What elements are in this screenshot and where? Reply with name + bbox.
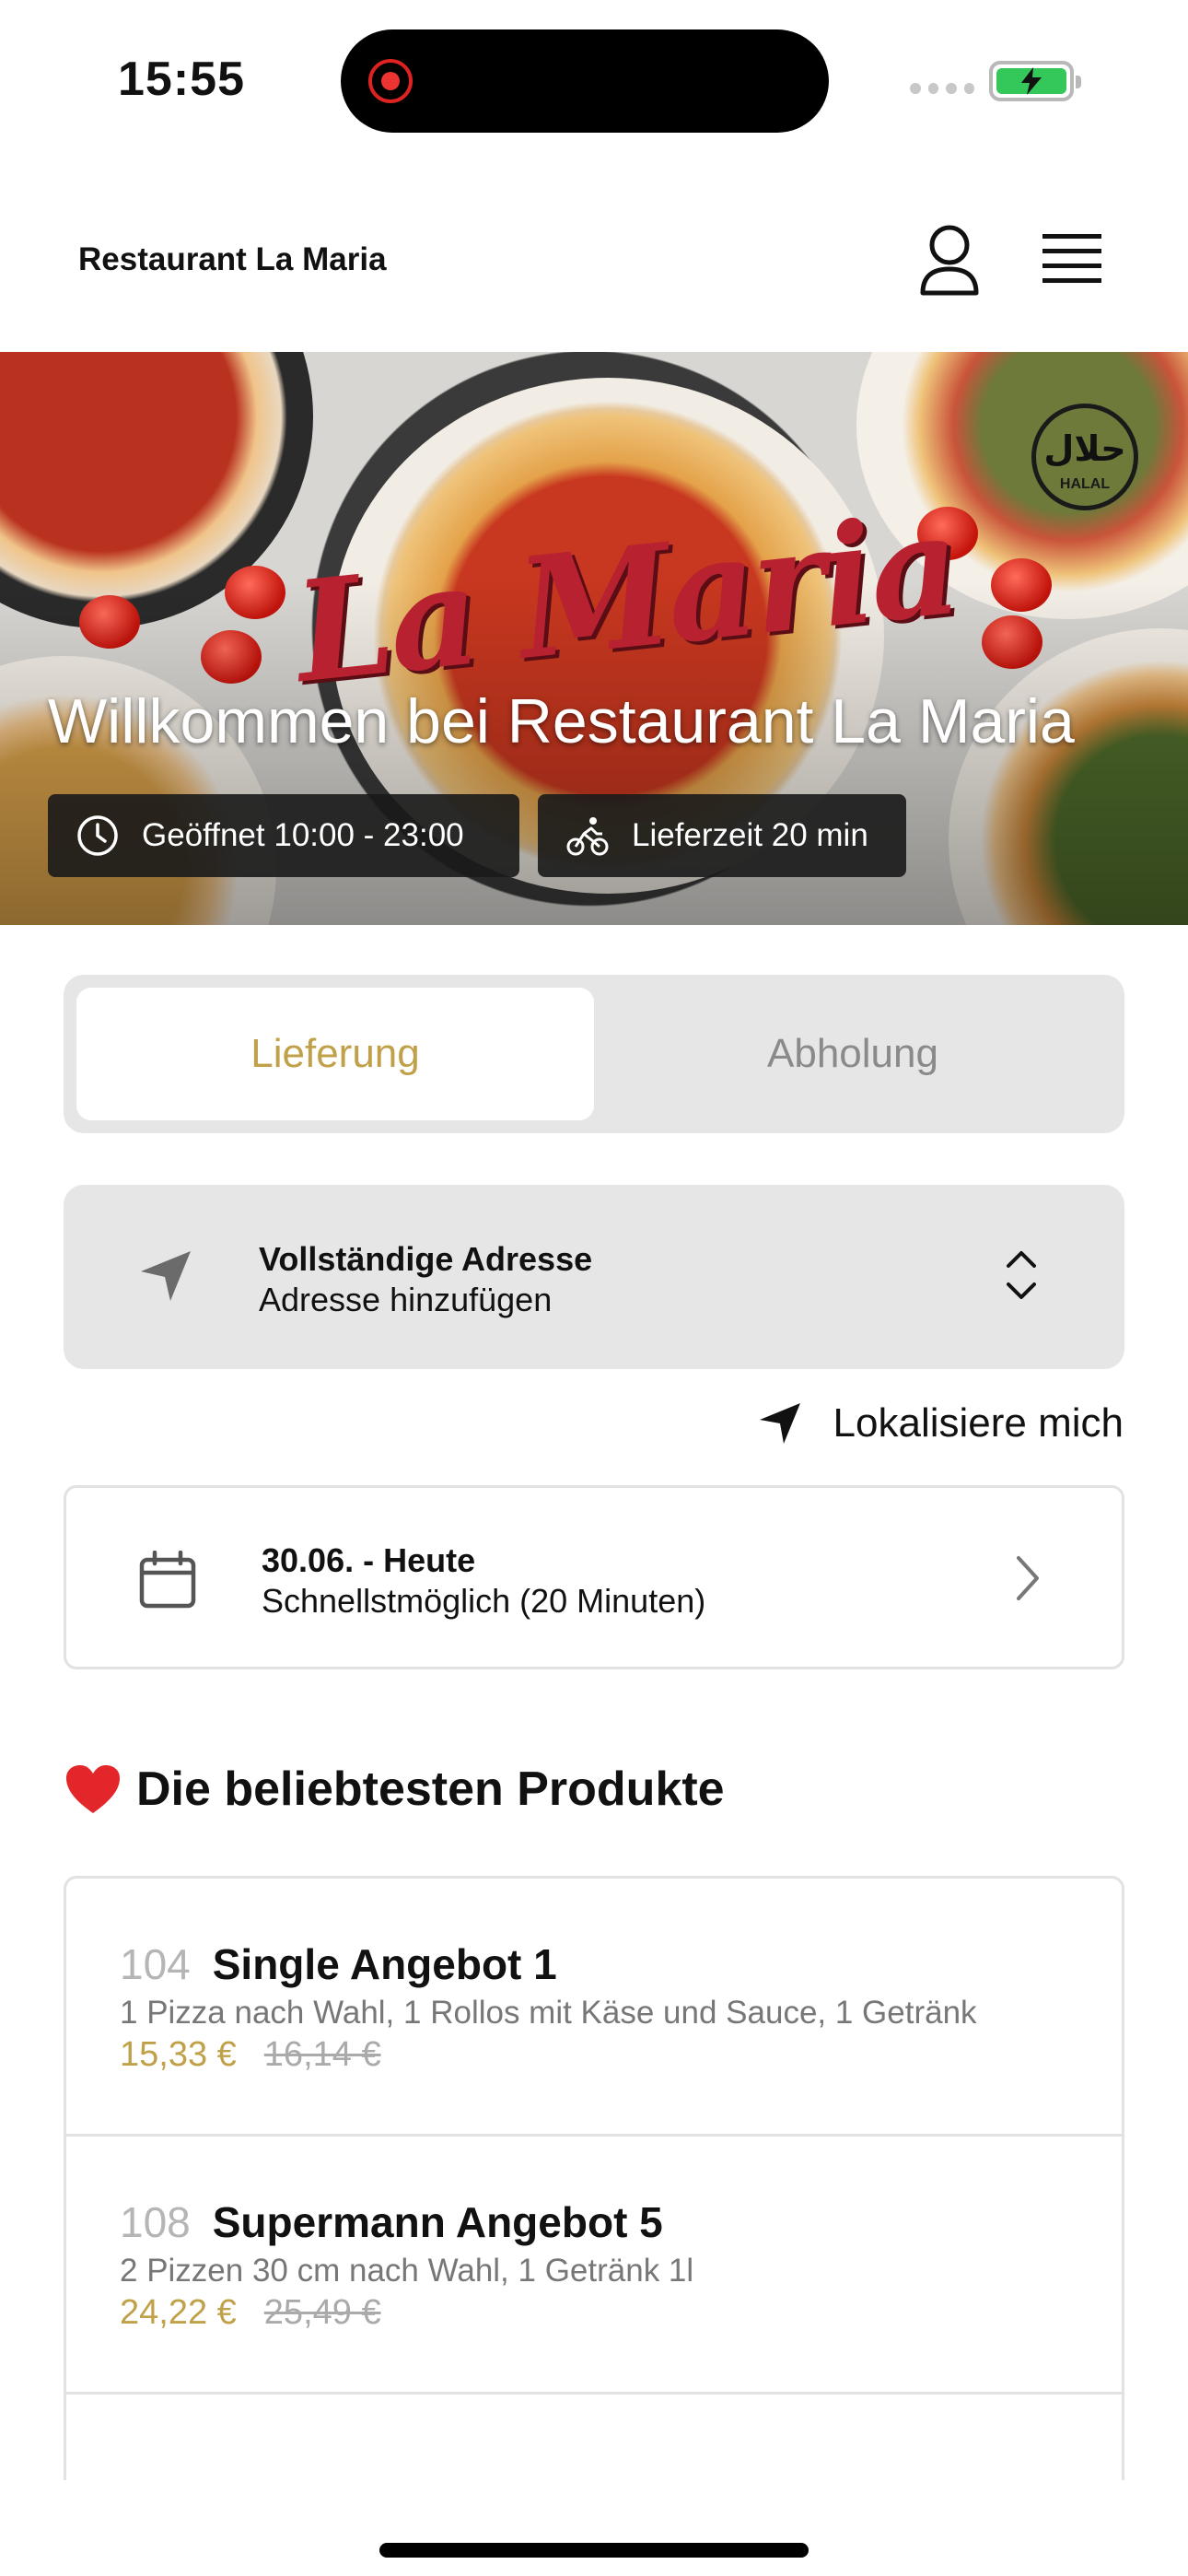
product-price: 15,33 € bbox=[120, 2035, 237, 2074]
tab-pickup[interactable]: Abholung bbox=[594, 988, 1112, 1120]
cyclist-icon bbox=[566, 817, 609, 856]
welcome-title: Willkommen bei Restaurant La Maria bbox=[48, 686, 1075, 756]
tab-delivery[interactable]: Lieferung bbox=[76, 988, 594, 1120]
product-number: 108 bbox=[120, 2198, 191, 2246]
product-item[interactable]: 108 Supermann Angebot 5 2 Pizzen 30 cm n… bbox=[66, 2137, 1122, 2395]
product-name: Single Angebot 1 bbox=[212, 1940, 557, 1988]
bottom-safe-area bbox=[0, 2480, 1188, 2576]
user-icon[interactable] bbox=[917, 223, 982, 297]
address-selector[interactable]: Vollständige Adresse Adresse hinzufügen bbox=[64, 1185, 1124, 1369]
recording-icon bbox=[368, 59, 413, 103]
halal-arabic-text: حلال bbox=[1043, 430, 1126, 469]
product-description: 2 Pizzen 30 cm nach Wahl, 1 Getränk 1l bbox=[120, 2253, 694, 2289]
delivery-time-selector[interactable]: 30.06. - Heute Schnellstmöglich (20 Minu… bbox=[64, 1485, 1124, 1669]
dynamic-island bbox=[341, 29, 829, 133]
opening-hours-text: Geöffnet 10:00 - 23:00 bbox=[142, 817, 464, 853]
product-description: 1 Pizza nach Wahl, 1 Rollos mit Käse und… bbox=[120, 1995, 977, 2031]
product-price: 24,22 € bbox=[120, 2293, 237, 2332]
chevron-updown-icon bbox=[1007, 1251, 1036, 1299]
product-number: 104 bbox=[120, 1940, 191, 1988]
home-indicator[interactable] bbox=[379, 2543, 809, 2558]
opening-hours-chip: Geöffnet 10:00 - 23:00 bbox=[48, 794, 519, 877]
delivery-time-text: Lieferzeit 20 min bbox=[632, 817, 868, 853]
product-name: Supermann Angebot 5 bbox=[212, 2198, 663, 2246]
hamburger-menu-icon[interactable] bbox=[1041, 230, 1105, 289]
status-time: 15:55 bbox=[118, 53, 245, 106]
product-list: 104 Single Angebot 1 1 Pizza nach Wahl, … bbox=[64, 1876, 1124, 2521]
location-arrow-icon bbox=[141, 1251, 191, 1301]
halal-badge: حلال HALAL bbox=[1031, 404, 1138, 510]
delivery-time: Schnellstmöglich (20 Minuten) bbox=[262, 1582, 706, 1620]
status-bar: 15:55 bbox=[0, 0, 1188, 157]
app-header: Restaurant La Maria bbox=[0, 184, 1188, 350]
halal-label: HALAL bbox=[1059, 476, 1111, 492]
restaurant-name: Restaurant La Maria bbox=[78, 241, 387, 277]
battery-icon bbox=[989, 61, 1081, 101]
clock-icon bbox=[77, 815, 118, 856]
heart-icon bbox=[66, 1765, 120, 1813]
popular-products-title: Die beliebtesten Produkte bbox=[136, 1762, 725, 1816]
address-title: Vollständige Adresse bbox=[259, 1240, 593, 1278]
chevron-right-icon bbox=[1017, 1556, 1039, 1600]
calendar-icon bbox=[139, 1551, 196, 1609]
product-item[interactable]: 104 Single Angebot 1 1 Pizza nach Wahl, … bbox=[66, 1879, 1122, 2137]
signal-icon bbox=[910, 83, 974, 96]
locate-me-button[interactable]: Lokalisiere mich bbox=[758, 1400, 1124, 1446]
location-arrow-icon bbox=[759, 1403, 800, 1444]
popular-products-heading: Die beliebtesten Produkte bbox=[64, 1762, 725, 1817]
locate-me-label: Lokalisiere mich bbox=[833, 1400, 1124, 1446]
product-old-price: 16,14 € bbox=[263, 2035, 381, 2074]
product-old-price: 25,49 € bbox=[263, 2293, 381, 2332]
order-mode-toggle: Lieferung Abholung bbox=[64, 975, 1124, 1133]
delivery-date: 30.06. - Heute bbox=[262, 1541, 476, 1579]
address-subtitle: Adresse hinzufügen bbox=[259, 1281, 553, 1318]
hero-banner: La Maria حلال HALAL Willkommen bei Resta… bbox=[0, 352, 1188, 925]
delivery-time-chip: Lieferzeit 20 min bbox=[538, 794, 906, 877]
